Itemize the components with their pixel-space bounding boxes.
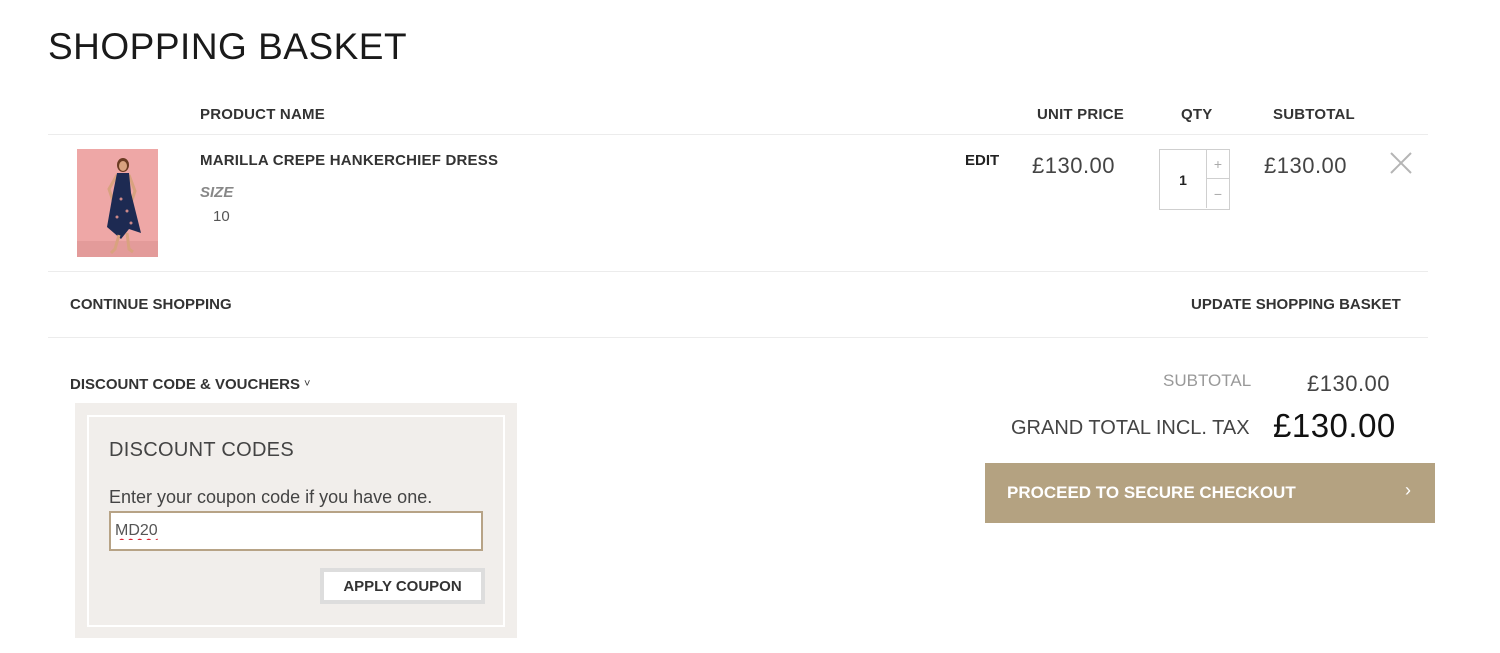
- apply-coupon-button[interactable]: APPLY COUPON: [320, 568, 485, 604]
- column-header-unit-price: UNIT PRICE: [1037, 106, 1125, 123]
- subtotal-value: £130.00: [1307, 371, 1391, 396]
- discount-help-text: Enter your coupon code if you have one.: [109, 487, 433, 507]
- discount-toggle[interactable]: DISCOUNT CODE & VOUCHERS ˅: [70, 376, 310, 393]
- option-value: 10: [213, 208, 230, 225]
- grand-total-label: GRAND TOTAL INCL. TAX: [1011, 417, 1250, 439]
- row-subtotal: £130.00: [1264, 153, 1348, 178]
- quantity-stepper: + −: [1159, 149, 1230, 210]
- chevron-right-icon: ›: [1405, 480, 1411, 500]
- unit-price: £130.00: [1032, 153, 1116, 178]
- subtotal-label: SUBTOTAL: [1163, 371, 1252, 390]
- column-header-product-name: PRODUCT NAME: [200, 106, 325, 123]
- page-title: SHOPPING BASKET: [48, 26, 408, 67]
- close-icon: [1390, 152, 1412, 174]
- proceed-to-checkout-button[interactable]: PROCEED TO SECURE CHECKOUT ›: [985, 463, 1435, 523]
- update-basket-link[interactable]: UPDATE SHOPPING BASKET: [1191, 296, 1401, 313]
- quantity-decrease-button[interactable]: −: [1206, 179, 1229, 208]
- coupon-code-input[interactable]: [109, 511, 483, 551]
- product-image[interactable]: [77, 149, 158, 257]
- minus-icon: −: [1213, 185, 1223, 202]
- quantity-input[interactable]: [1161, 151, 1205, 208]
- divider: [48, 271, 1428, 272]
- discount-toggle-label: DISCOUNT CODE & VOUCHERS: [70, 376, 301, 393]
- edit-item-link[interactable]: EDIT: [965, 152, 999, 169]
- quantity-increase-button[interactable]: +: [1206, 150, 1229, 179]
- discount-title: DISCOUNT CODES: [109, 439, 294, 461]
- option-label: SIZE: [200, 184, 234, 201]
- divider: [48, 337, 1428, 338]
- checkout-label: PROCEED TO SECURE CHECKOUT: [1007, 483, 1296, 502]
- column-header-qty: QTY: [1181, 106, 1213, 123]
- discount-panel: DISCOUNT CODES Enter your coupon code if…: [75, 403, 517, 638]
- chevron-down-icon: ˅: [304, 378, 311, 390]
- remove-item-button[interactable]: [1388, 150, 1414, 176]
- product-name-link[interactable]: MARILLA CREPE HANKERCHIEF DRESS: [200, 152, 498, 169]
- plus-icon: +: [1213, 156, 1223, 172]
- column-header-subtotal: SUBTOTAL: [1273, 106, 1355, 123]
- divider: [48, 134, 1428, 135]
- grand-total-value: £130.00: [1273, 407, 1396, 444]
- discount-form: DISCOUNT CODES Enter your coupon code if…: [87, 415, 505, 627]
- continue-shopping-link[interactable]: CONTINUE SHOPPING: [70, 296, 232, 313]
